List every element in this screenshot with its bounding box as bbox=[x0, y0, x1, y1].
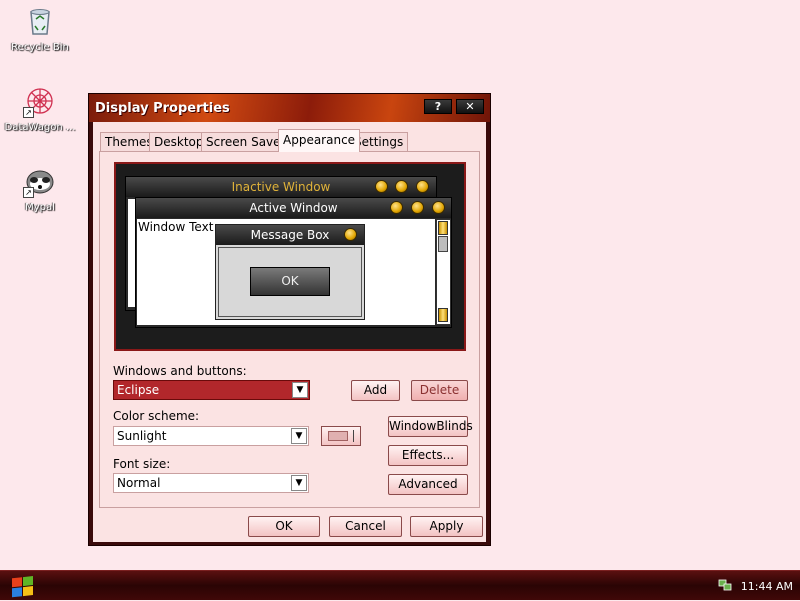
cancel-button[interactable]: Cancel bbox=[329, 516, 402, 537]
color-scheme-select[interactable]: Sunlight ▼ bbox=[113, 426, 309, 446]
ok-button[interactable]: OK bbox=[248, 516, 320, 537]
shortcut-arrow-icon: ↗ bbox=[23, 187, 34, 198]
taskbar: 11:44 AM bbox=[0, 570, 800, 600]
minimize-orb-icon bbox=[390, 201, 403, 214]
close-button[interactable]: ✕ bbox=[456, 99, 484, 114]
desktop-icon-datawagon[interactable]: ↗ DataWagon ... bbox=[2, 84, 78, 134]
tab-desktop[interactable]: Desktop bbox=[149, 132, 209, 151]
clock[interactable]: 11:44 AM bbox=[741, 580, 793, 593]
desktop-icon-label: DataWagon ... bbox=[4, 122, 76, 133]
preview-scrollbar bbox=[436, 219, 451, 325]
maximize-orb-icon bbox=[395, 180, 408, 193]
preview-active-title: Active Window bbox=[136, 198, 451, 218]
desktop-icon-label: Mypal bbox=[25, 202, 55, 213]
windows-buttons-select[interactable]: Eclipse ▼ bbox=[113, 380, 310, 400]
close-orb-icon bbox=[344, 228, 357, 241]
preview-inactive-title: Inactive Window bbox=[126, 177, 436, 197]
windowblinds-button[interactable]: WindowBlinds bbox=[388, 416, 473, 437]
shortcut-arrow-icon: ↗ bbox=[23, 107, 34, 118]
mypal-icon: ↗ bbox=[23, 164, 57, 198]
windows-buttons-value: Eclipse bbox=[117, 383, 160, 397]
windows-logo-icon bbox=[12, 576, 36, 599]
recycle-bin-icon bbox=[23, 4, 57, 38]
font-size-value: Normal bbox=[117, 476, 161, 490]
font-size-label: Font size: bbox=[113, 457, 171, 471]
appearance-preview: Inactive Window Active Window Window Tex… bbox=[114, 162, 466, 351]
delete-button[interactable]: Delete bbox=[411, 380, 468, 401]
close-orb-icon bbox=[416, 180, 429, 193]
desktop-icon-recycle-bin[interactable]: Recycle Bin bbox=[2, 4, 78, 54]
tab-appearance[interactable]: Appearance bbox=[278, 129, 361, 152]
preview-ok-button: OK bbox=[250, 267, 330, 296]
datawagon-icon: ↗ bbox=[23, 84, 57, 118]
preview-message-box: Message Box OK bbox=[215, 224, 365, 320]
windows-buttons-label: Windows and buttons: bbox=[113, 364, 247, 378]
font-size-select[interactable]: Normal ▼ bbox=[113, 473, 309, 493]
color-scheme-label: Color scheme: bbox=[113, 409, 200, 423]
color-swatch-button[interactable] bbox=[321, 426, 361, 446]
effects-button[interactable]: Effects... bbox=[388, 445, 468, 466]
preview-window-client: Window Text Message Box OK bbox=[137, 219, 435, 325]
help-button[interactable]: ? bbox=[424, 99, 452, 114]
apply-button[interactable]: Apply bbox=[410, 516, 483, 537]
window-client-area: Themes Desktop Screen Saver Appearance S… bbox=[93, 122, 486, 542]
title-bar[interactable]: Display Properties ? ✕ bbox=[89, 94, 490, 122]
preview-window-text: Window Text bbox=[138, 220, 214, 234]
preview-message-box-title: Message Box bbox=[216, 225, 364, 245]
advanced-button[interactable]: Advanced bbox=[388, 474, 468, 495]
close-orb-icon bbox=[432, 201, 445, 214]
color-swatch-icon bbox=[328, 431, 348, 441]
start-button[interactable] bbox=[4, 574, 38, 598]
chevron-down-icon[interactable]: ▼ bbox=[292, 382, 308, 398]
preview-active-window: Active Window Window Text Message Box OK bbox=[135, 197, 452, 328]
display-properties-window: Display Properties ? ✕ Themes Desktop Sc… bbox=[88, 93, 491, 546]
color-scheme-value: Sunlight bbox=[117, 429, 167, 443]
add-button[interactable]: Add bbox=[351, 380, 400, 401]
desktop-icon-label: Recycle Bin bbox=[11, 42, 69, 53]
minimize-orb-icon bbox=[375, 180, 388, 193]
window-title: Display Properties bbox=[95, 101, 230, 116]
chevron-down-icon[interactable]: ▼ bbox=[291, 475, 307, 491]
system-tray: 11:44 AM bbox=[716, 571, 800, 601]
network-tray-icon[interactable] bbox=[718, 579, 732, 591]
maximize-orb-icon bbox=[411, 201, 424, 214]
desktop-icon-mypal[interactable]: ↗ Mypal bbox=[2, 164, 78, 214]
chevron-down-icon[interactable]: ▼ bbox=[291, 428, 307, 444]
